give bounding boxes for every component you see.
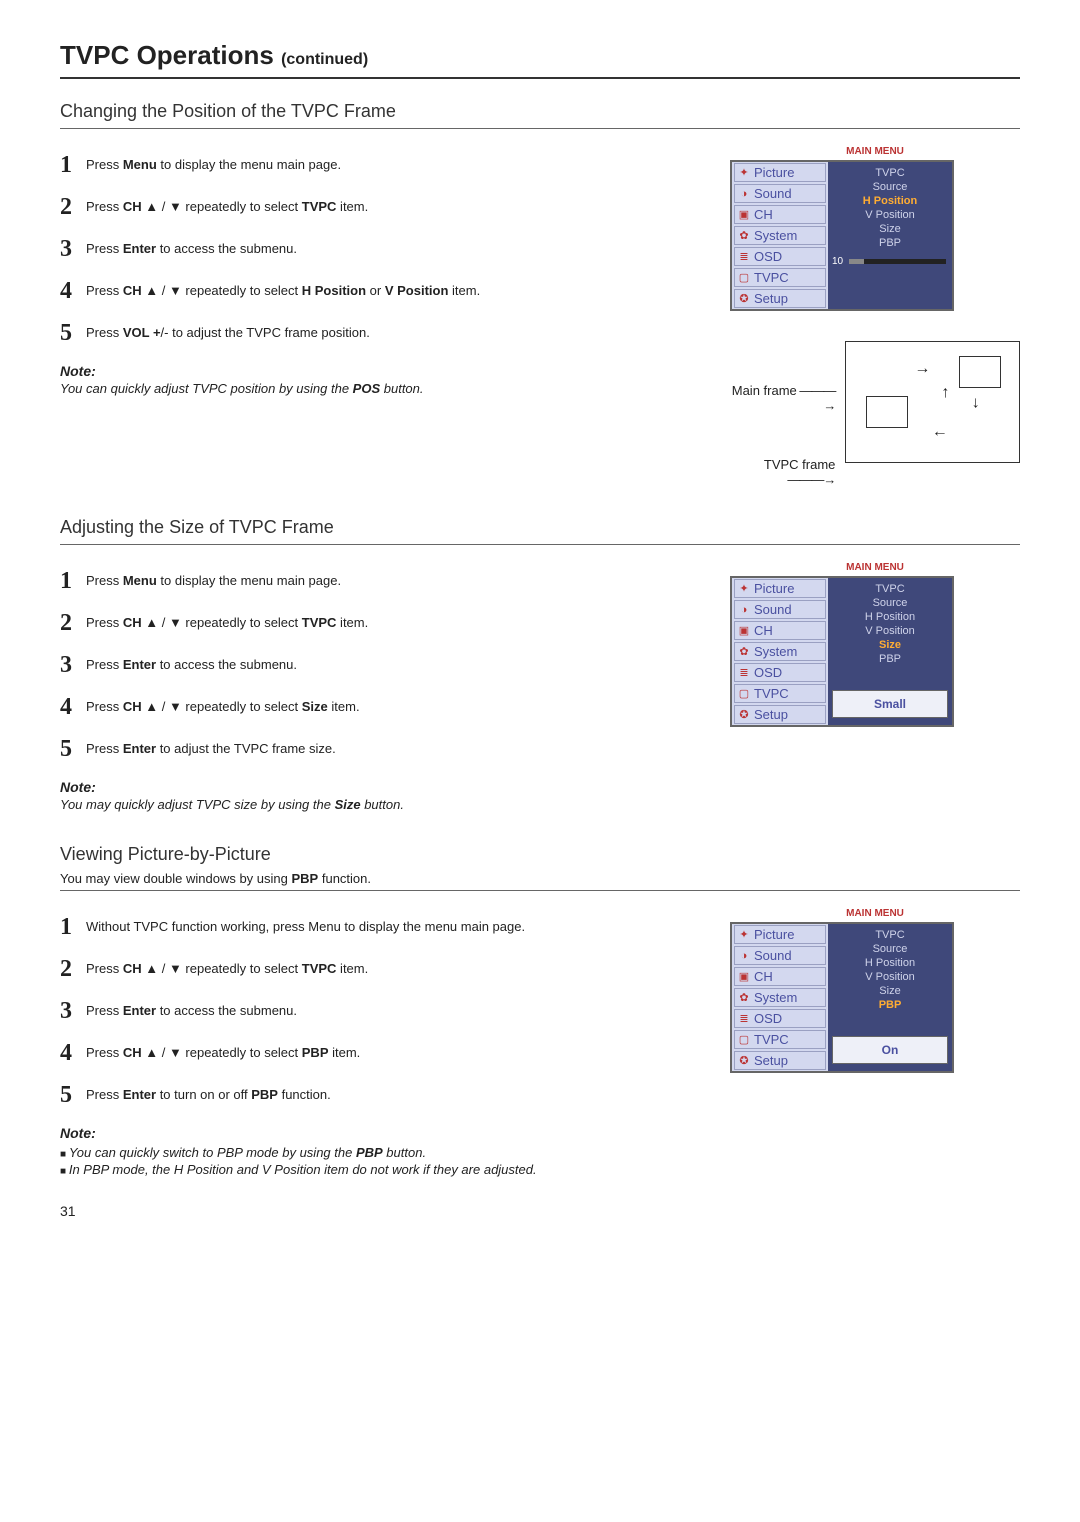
- menu-mock-position: MAIN MENU ✦Picture ◑Sound ▣CH ✿System ≣O…: [730, 143, 1020, 311]
- step-text: Press Enter to adjust the TVPC frame siz…: [86, 737, 336, 756]
- picture-icon: ✦: [737, 928, 751, 942]
- step-text: Press VOL +/- to adjust the TVPC frame p…: [86, 321, 370, 340]
- tvpc-frame-box: [866, 396, 908, 428]
- note-label: Note:: [60, 363, 706, 379]
- arrow-left-icon: →: [932, 426, 948, 444]
- step-text: Press CH ▲ / ▼ repeatedly to select TVPC…: [86, 957, 368, 976]
- submenu-size: TVPC Source H Position V Position Size P…: [828, 578, 952, 725]
- step-number: 3: [60, 653, 86, 677]
- ch-icon: ▣: [737, 208, 751, 222]
- steps-size: 1Press Menu to display the menu main pag…: [60, 569, 706, 761]
- setup-icon: ✪: [737, 1054, 751, 1068]
- system-icon: ✿: [737, 229, 751, 243]
- picture-icon: ✦: [737, 582, 751, 596]
- arrow-down-icon: →: [968, 395, 986, 411]
- tvpc-icon: ▢: [737, 271, 751, 285]
- pbp-result: On: [832, 1036, 948, 1064]
- step-number: 1: [60, 915, 86, 939]
- setup-icon: ✪: [737, 292, 751, 306]
- section-heading-position: Changing the Position of the TVPC Frame: [60, 101, 1020, 122]
- pbp-intro: You may view double windows by using PBP…: [60, 871, 1020, 886]
- step-number: 4: [60, 1041, 86, 1065]
- step-text: Press CH ▲ / ▼ repeatedly to select PBP …: [86, 1041, 360, 1060]
- system-icon: ✿: [737, 991, 751, 1005]
- step-text: Press CH ▲ / ▼ repeatedly to select TVPC…: [86, 611, 368, 630]
- step-number: 4: [60, 279, 86, 303]
- sound-icon: ◑: [737, 949, 751, 963]
- step-number: 5: [60, 737, 86, 761]
- ch-icon: ▣: [737, 624, 751, 638]
- step-text: Without TVPC function working, press Men…: [86, 915, 525, 934]
- step-number: 3: [60, 237, 86, 261]
- note-label: Note:: [60, 779, 706, 795]
- step-text: Press Menu to display the menu main page…: [86, 569, 341, 588]
- osd-icon: ≣: [737, 250, 751, 264]
- divider: [60, 544, 1020, 545]
- step-number: 1: [60, 153, 86, 177]
- note-text: You can quickly adjust TVPC position by …: [60, 381, 706, 396]
- ch-icon: ▣: [737, 970, 751, 984]
- step-text: Press Menu to display the menu main page…: [86, 153, 341, 172]
- menu-mock-size: MAIN MENU ✦Picture ◑Sound ▣CH ✿System ≣O…: [730, 559, 1020, 727]
- menu-header: MAIN MENU: [730, 905, 1020, 922]
- step-text: Press CH ▲ / ▼ repeatedly to select H Po…: [86, 279, 480, 298]
- note-text: You may quickly adjust TVPC size by usin…: [60, 797, 706, 812]
- step-number: 5: [60, 1083, 86, 1107]
- osd-icon: ≣: [737, 1012, 751, 1026]
- page-title: TVPC Operations (continued): [60, 40, 1020, 79]
- menu-left-list: ✦Picture ◑Sound ▣CH ✿System ≣OSD ▢TVPC ✪…: [732, 578, 828, 725]
- divider: [60, 890, 1020, 891]
- sound-icon: ◑: [737, 187, 751, 201]
- divider: [60, 128, 1020, 129]
- picture-icon: ✦: [737, 166, 751, 180]
- note-item: You can quickly switch to PBP mode by us…: [60, 1145, 706, 1160]
- main-frame-label: Main frame: [730, 383, 835, 413]
- step-number: 5: [60, 321, 86, 345]
- step-number: 4: [60, 695, 86, 719]
- step-text: Press CH ▲ / ▼ repeatedly to select Size…: [86, 695, 360, 714]
- section-heading-size: Adjusting the Size of TVPC Frame: [60, 517, 1020, 538]
- step-text: Press Enter to turn on or off PBP functi…: [86, 1083, 331, 1102]
- submenu-pbp: TVPC Source H Position V Position Size P…: [828, 924, 952, 1071]
- tvpc-icon: ▢: [737, 1033, 751, 1047]
- menu-header: MAIN MENU: [730, 143, 1020, 160]
- title-continued: (continued): [281, 51, 368, 68]
- note-bullets: You can quickly switch to PBP mode by us…: [60, 1145, 706, 1177]
- steps-position: 1Press Menu to display the menu main pag…: [60, 153, 706, 345]
- arrow-right-icon: →: [914, 360, 930, 378]
- main-frame-box: [959, 356, 1001, 388]
- arrow-up-icon: →: [935, 385, 953, 401]
- frame-labels: Main frame TVPC frame: [730, 341, 835, 495]
- osd-icon: ≣: [737, 666, 751, 680]
- system-icon: ✿: [737, 645, 751, 659]
- frame-diagram: → → → →: [845, 341, 1020, 463]
- sound-icon: ◑: [737, 603, 751, 617]
- step-text: Press CH ▲ / ▼ repeatedly to select TVPC…: [86, 195, 368, 214]
- step-text: Press Enter to access the submenu.: [86, 237, 297, 256]
- note-item: In PBP mode, the H Position and V Positi…: [60, 1162, 706, 1177]
- step-number: 1: [60, 569, 86, 593]
- menu-left-list: ✦Picture ◑Sound ▣CH ✿System ≣OSD ▢TVPC ✪…: [732, 924, 828, 1071]
- title-text: TVPC Operations: [60, 40, 274, 70]
- setup-icon: ✪: [737, 708, 751, 722]
- step-number: 2: [60, 195, 86, 219]
- section-heading-pbp: Viewing Picture-by-Picture: [60, 844, 1020, 865]
- steps-pbp: 1Without TVPC function working, press Me…: [60, 915, 706, 1107]
- step-number: 2: [60, 611, 86, 635]
- step-number: 2: [60, 957, 86, 981]
- menu-mock-pbp: MAIN MENU ✦Picture ◑Sound ▣CH ✿System ≣O…: [730, 905, 1020, 1073]
- note-label: Note:: [60, 1125, 706, 1141]
- step-text: Press Enter to access the submenu.: [86, 653, 297, 672]
- menu-left-list: ✦Picture ◑Sound ▣CH ✿System ≣OSD ▢TVPC ✪…: [732, 162, 828, 309]
- step-text: Press Enter to access the submenu.: [86, 999, 297, 1018]
- step-number: 3: [60, 999, 86, 1023]
- page-number: 31: [60, 1203, 1020, 1219]
- tvpc-frame-label: TVPC frame: [730, 457, 835, 487]
- submenu-position: TVPC Source H Position V Position Size P…: [828, 162, 952, 309]
- menu-header: MAIN MENU: [730, 559, 1020, 576]
- position-slider: 10: [832, 256, 948, 267]
- size-result: Small: [832, 690, 948, 718]
- tvpc-icon: ▢: [737, 687, 751, 701]
